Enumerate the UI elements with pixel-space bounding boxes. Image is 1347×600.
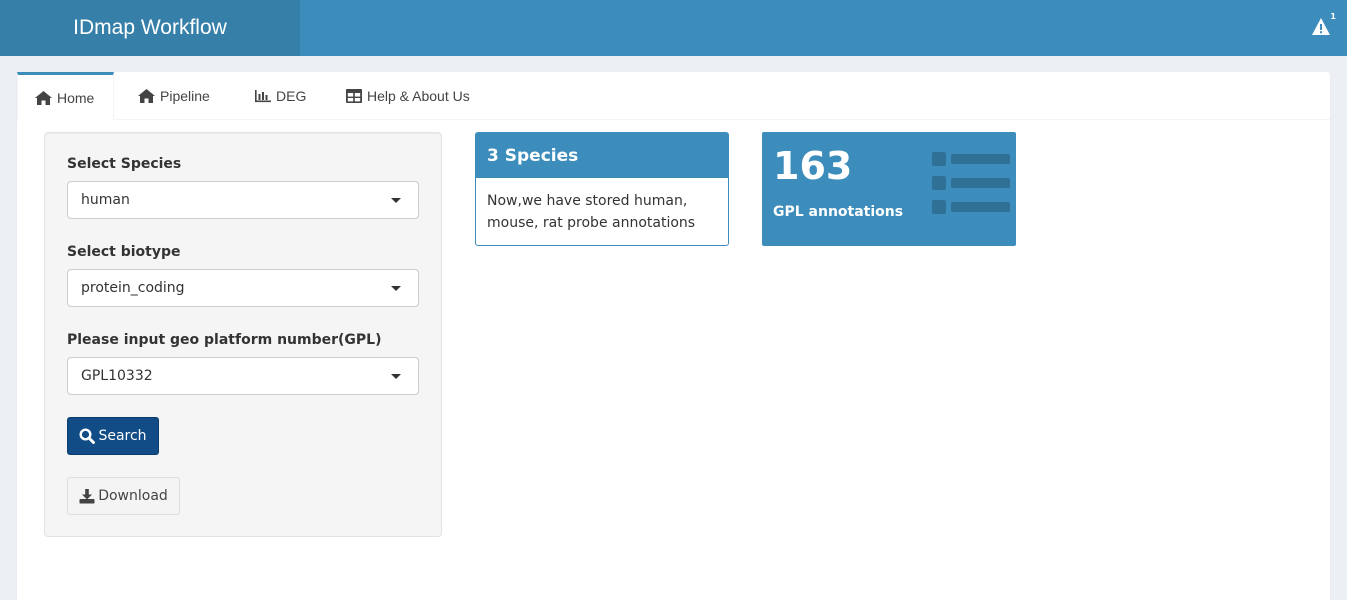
search-button[interactable]: Search [67,417,159,455]
sidebar-panel: Select Species human Select biotype prot… [44,132,442,537]
top-navbar: IDmap Workflow 1 [0,0,1347,56]
value-box-subtitle: GPL annotations [773,204,904,220]
value-box-number: 163 [773,144,853,188]
species-box-title: 3 Species [476,133,728,178]
tab-help-about[interactable]: Help & About Us [346,72,470,120]
home-icon [138,89,155,103]
gpl-select[interactable]: GPL10332 [67,357,419,395]
tab-label: DEG [276,88,307,104]
species-select[interactable]: human [67,181,419,219]
tab-home[interactable]: Home [17,72,114,121]
biotype-value: protein_coding [81,280,185,296]
home-icon [35,91,52,105]
species-value: human [81,192,130,208]
search-icon [79,428,96,444]
biotype-label: Select biotype [67,244,181,260]
chevron-down-icon [391,286,401,291]
download-button[interactable]: Download [67,477,180,515]
list-icon [932,152,1010,214]
table-icon [346,89,362,103]
app-logo[interactable]: IDmap Workflow [0,0,300,56]
gpl-value-box: 163 GPL annotations [762,132,1016,246]
species-box-body: Now,we have stored human, mouse, rat pro… [487,193,696,231]
gpl-value: GPL10332 [81,368,153,384]
warning-icon[interactable] [1311,17,1331,37]
download-icon [79,489,95,504]
search-button-label: Search [98,428,147,444]
tab-label: Home [57,90,95,106]
tab-deg[interactable]: DEG [255,72,306,120]
tab-label: Pipeline [160,88,210,104]
notification-badge: 1 [1330,12,1336,21]
chevron-down-icon [391,198,401,203]
species-label: Select Species [67,156,182,172]
download-button-label: Download [98,488,168,504]
species-info-box: 3 Species Now,we have stored human, mous… [475,132,729,246]
gpl-label: Please input geo platform number(GPL) [67,332,382,348]
bar-chart-icon [255,90,271,103]
main-tab-panel: Home Pipeline DEG Help & About Us Select… [17,72,1330,600]
biotype-select[interactable]: protein_coding [67,269,419,307]
tab-label: Help & About Us [367,88,470,104]
chevron-down-icon [391,374,401,379]
tab-bar: Home Pipeline DEG Help & About Us [17,72,1330,121]
tab-pipeline[interactable]: Pipeline [138,72,210,120]
